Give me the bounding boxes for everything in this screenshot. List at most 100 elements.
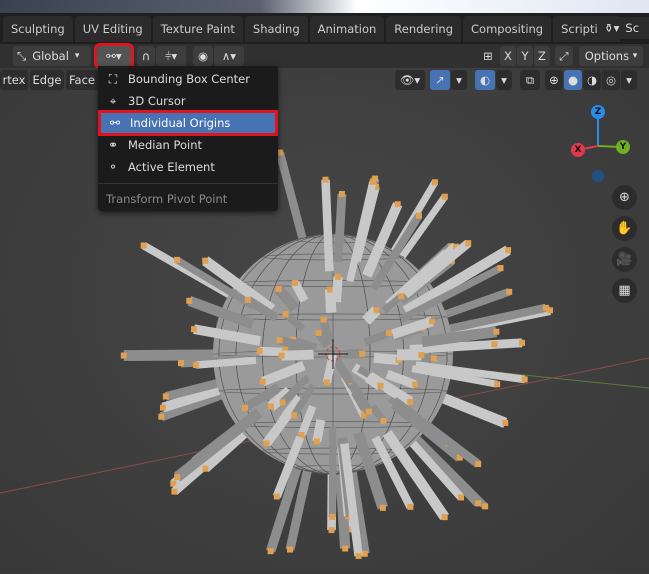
spike-tip [292, 280, 298, 286]
spike-tip [543, 305, 549, 311]
scene-selector[interactable]: ⚱▾Sc [598, 17, 649, 39]
spike-tip [277, 337, 283, 343]
spike-tip [178, 360, 184, 366]
spike-tip [407, 504, 413, 510]
spike-tip [193, 362, 199, 368]
spike-tip [316, 330, 322, 336]
spike-tip [242, 405, 248, 411]
spike-tip [407, 399, 413, 405]
spike-tip [366, 409, 372, 415]
spike-tip [202, 466, 208, 472]
spike-tip [359, 351, 365, 357]
spike [177, 413, 259, 478]
spike-tip [171, 489, 177, 495]
axis-y-toggle[interactable]: Y [517, 46, 533, 66]
spike-tip [323, 177, 329, 183]
pivot-point-button[interactable]: ⚯▾ [97, 46, 131, 66]
tab-compositing[interactable]: Compositing [463, 16, 551, 42]
falloff-dropdown[interactable]: ∧▾ [214, 46, 244, 66]
select-edge-button[interactable]: Edge [30, 70, 64, 90]
perspective-grid-icon[interactable]: ▦ [612, 278, 637, 303]
proportional-icon: ◉ [198, 49, 208, 63]
spike-tip [329, 514, 335, 520]
axis-z-toggle[interactable]: Z [534, 46, 550, 66]
spike-tip [442, 514, 448, 520]
spike-tip [498, 265, 504, 271]
pivot-point-menu: ⛶Bounding Box Center⌖3D Cursor⚯Individua… [98, 66, 278, 211]
spike-tip [279, 353, 285, 359]
auto-merge-icon[interactable]: ⤢ [555, 46, 573, 66]
chevron-down-icon[interactable]: ▾ [496, 70, 512, 90]
xray-icon[interactable]: ⧉ [520, 70, 540, 90]
spike-tip [395, 201, 401, 207]
orientation-icon: ⤡ [17, 49, 26, 64]
overlays-icon[interactable]: ◐ [475, 70, 495, 90]
tab-sculpting[interactable]: Sculpting [3, 16, 73, 42]
spike-tip [522, 376, 528, 382]
spike-tip [291, 412, 297, 418]
scene-icon: ⚱▾ [604, 21, 619, 35]
select-vertex-button[interactable]: rtex [0, 70, 28, 90]
spike-tip [370, 179, 376, 185]
wireframe-shading-icon[interactable]: ⊕ [545, 70, 563, 90]
tab-animation[interactable]: Animation [310, 16, 385, 42]
proportional-edit-toggle[interactable]: ◉ [193, 46, 213, 66]
tab-shading[interactable]: Shading [245, 16, 308, 42]
chevron-down-icon[interactable]: ▾ [451, 70, 467, 90]
spike-tip [380, 505, 386, 511]
chevron-down-icon: ▾ [75, 51, 80, 61]
mirror-icon[interactable]: ⊞ [478, 46, 498, 66]
gizmo-y-axis[interactable]: Y [616, 140, 630, 154]
spike-tip [174, 474, 180, 480]
spike [330, 290, 331, 313]
zoom-icon[interactable]: ⊕ [612, 185, 637, 210]
pan-hand-icon[interactable]: ✋ [612, 216, 637, 241]
spike-tip [160, 405, 166, 411]
falloff-curve-icon: ∧▾ [222, 49, 236, 63]
chevron-down-icon[interactable]: ▾ [621, 70, 637, 90]
spike-tip [442, 194, 448, 200]
spike-tip [268, 548, 274, 554]
spike-tip [505, 247, 511, 253]
spike-tip [398, 293, 404, 299]
spike-tip [329, 527, 335, 533]
material-shading-icon[interactable]: ◑ [583, 70, 601, 90]
median-point-icon: ⚭ [106, 138, 120, 152]
options-dropdown[interactable]: Options ▾ [579, 46, 643, 66]
workspace-tabs: SculptingUV EditingTexture PaintShadingA… [0, 13, 649, 44]
gizmo-z-axis[interactable]: Z [591, 105, 605, 119]
spike-tip [314, 438, 320, 444]
individual-origins-icon: ⚯▾ [106, 49, 121, 63]
menu-item-3d-cursor[interactable]: ⌖3D Cursor [98, 90, 278, 112]
menu-item-median-point[interactable]: ⚭Median Point [98, 134, 278, 156]
solid-shading-icon[interactable]: ● [564, 70, 582, 90]
snap-toggle[interactable]: ∩ [137, 46, 155, 66]
spike-tip [431, 355, 437, 361]
gizmo-toggle-icon[interactable]: ↗ [430, 70, 450, 90]
camera-icon[interactable]: 🎥 [612, 247, 637, 272]
rendered-shading-icon[interactable]: ◎ [602, 70, 620, 90]
visibility-icon[interactable]: 👁▾ [395, 70, 425, 90]
cursor-icon: ⌖ [106, 94, 120, 109]
magnet-icon: ∩ [142, 49, 150, 63]
menu-item-individual-origins[interactable]: ⚯Individual Origins [100, 112, 276, 134]
snap-target-dropdown[interactable]: ⫩▾ [156, 46, 186, 66]
select-face-button[interactable]: Face [66, 70, 98, 90]
tab-uv-editing[interactable]: UV Editing [75, 16, 151, 42]
spike-tip [380, 418, 386, 424]
gizmo-x-axis[interactable]: X [571, 143, 585, 157]
spike-tip [280, 399, 286, 405]
axis-x-toggle[interactable]: X [500, 46, 516, 66]
spike-tip [506, 289, 512, 295]
orientation-dropdown[interactable]: ⤡Global▾ [13, 46, 91, 66]
tab-texture-paint[interactable]: Texture Paint [153, 16, 243, 42]
active-element-icon: ⚬ [106, 160, 120, 174]
tab-rendering[interactable]: Rendering [386, 16, 461, 42]
spike-tip [339, 191, 345, 197]
spike-tip [174, 257, 180, 263]
menu-item-bounding-box-center[interactable]: ⛶Bounding Box Center [98, 68, 278, 90]
spike-tip [416, 213, 422, 219]
menu-item-active-element[interactable]: ⚬Active Element [98, 156, 278, 178]
spike-tip [268, 404, 274, 410]
spike-tip [491, 341, 497, 347]
